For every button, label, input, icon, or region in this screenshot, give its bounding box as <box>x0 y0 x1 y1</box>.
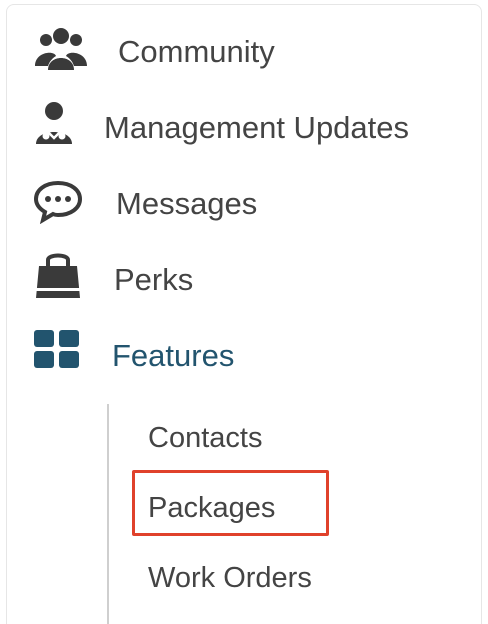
sidebar-item-label: Features <box>112 338 235 373</box>
submenu-divider <box>107 404 109 624</box>
sidebar-item-perks[interactable]: Perks <box>0 250 470 310</box>
sidebar-item-label: Community <box>118 34 275 69</box>
sidebar-item-label: Messages <box>116 186 258 221</box>
sidebar-item-community[interactable]: Community <box>0 22 470 82</box>
highlight-annotation <box>132 470 329 536</box>
chat-bubble-icon <box>33 180 83 224</box>
submenu-item-contacts[interactable]: Contacts <box>148 421 262 455</box>
grid-icon <box>34 330 79 368</box>
sidebar-item-features[interactable]: Features <box>0 326 470 386</box>
shopping-bag-icon <box>36 253 80 298</box>
sidebar-item-label: Perks <box>114 262 194 297</box>
community-icon <box>35 28 87 70</box>
manager-icon <box>36 102 72 144</box>
sidebar-item-label: Management Updates <box>104 110 410 145</box>
sidebar-item-messages[interactable]: Messages <box>0 174 470 234</box>
sidebar-item-management-updates[interactable]: Management Updates <box>0 98 470 158</box>
submenu-item-work-orders[interactable]: Work Orders <box>148 561 312 595</box>
